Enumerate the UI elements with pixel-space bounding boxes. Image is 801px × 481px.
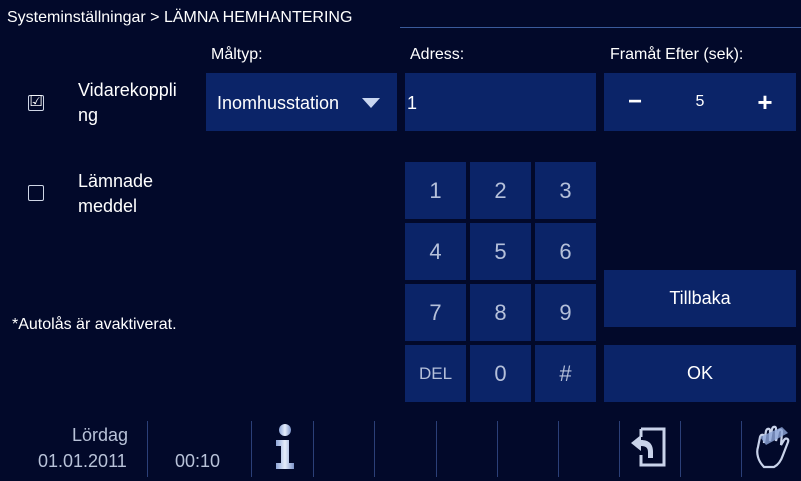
decrement-button[interactable]: − xyxy=(620,85,650,119)
status-time: 00:10 xyxy=(175,451,221,471)
status-separator xyxy=(558,421,559,477)
left-messages-checkbox[interactable] xyxy=(28,185,44,201)
autolock-note: *Autolås är avaktiverat. xyxy=(12,316,177,333)
target-type-label: Måltyp: xyxy=(211,46,263,63)
target-type-value: Inomhusstation xyxy=(217,93,340,113)
left-messages-label-line2: meddel xyxy=(78,196,138,216)
keypad-key-3[interactable]: 3 xyxy=(535,162,596,219)
keypad-key-7[interactable]: 7 xyxy=(405,284,466,341)
status-separator xyxy=(313,421,314,477)
ok-button[interactable]: OK xyxy=(604,345,796,402)
keypad-key-4[interactable]: 4 xyxy=(405,223,466,280)
back-button[interactable]: Tillbaka xyxy=(604,270,796,327)
status-day: Lördag xyxy=(72,425,129,445)
keypad-key-8[interactable]: 8 xyxy=(470,284,531,341)
status-separator xyxy=(436,421,437,477)
title-divider xyxy=(400,27,801,28)
status-separator xyxy=(497,421,498,477)
return-icon[interactable] xyxy=(627,425,669,469)
address-label: Adress: xyxy=(410,46,465,63)
dropdown-arrow-icon xyxy=(362,98,380,108)
address-field[interactable]: 1 xyxy=(405,73,596,131)
info-icon[interactable] xyxy=(270,423,300,471)
status-date: 01.01.2011 xyxy=(38,451,127,471)
status-separator xyxy=(741,421,742,477)
status-separator xyxy=(251,421,252,477)
status-separator xyxy=(374,421,375,477)
forward-after-stepper: − 5 + xyxy=(604,73,796,131)
keypad-key-hash[interactable]: # xyxy=(535,345,596,402)
keypad-key-del[interactable]: DEL xyxy=(405,345,466,402)
increment-button[interactable]: + xyxy=(750,85,780,119)
left-messages-label-line1: Lämnade xyxy=(78,171,154,191)
status-separator xyxy=(680,421,681,477)
keypad-key-6[interactable]: 6 xyxy=(535,223,596,280)
forwarding-label-line2: ng xyxy=(78,105,99,125)
address-value: 1 xyxy=(407,93,418,113)
forward-after-label: Framåt Efter (sek): xyxy=(610,46,744,63)
hand-cleaning-icon[interactable] xyxy=(752,423,792,471)
status-separator xyxy=(147,421,148,477)
forward-after-value: 5 xyxy=(695,93,705,110)
forwarding-checkbox[interactable]: ☑ xyxy=(28,93,44,111)
forwarding-label-line1: Vidarekoppli xyxy=(78,80,177,100)
keypad-key-2[interactable]: 2 xyxy=(470,162,531,219)
page-title: Systeminställningar > LÄMNA HEMHANTERING xyxy=(7,9,353,26)
checkmark-icon: ☑ xyxy=(29,93,43,110)
keypad-key-0[interactable]: 0 xyxy=(470,345,531,402)
status-separator xyxy=(619,421,620,477)
keypad-key-1[interactable]: 1 xyxy=(405,162,466,219)
target-type-dropdown[interactable]: Inomhusstation xyxy=(206,73,397,131)
keypad-key-9[interactable]: 9 xyxy=(535,284,596,341)
keypad-key-5[interactable]: 5 xyxy=(470,223,531,280)
